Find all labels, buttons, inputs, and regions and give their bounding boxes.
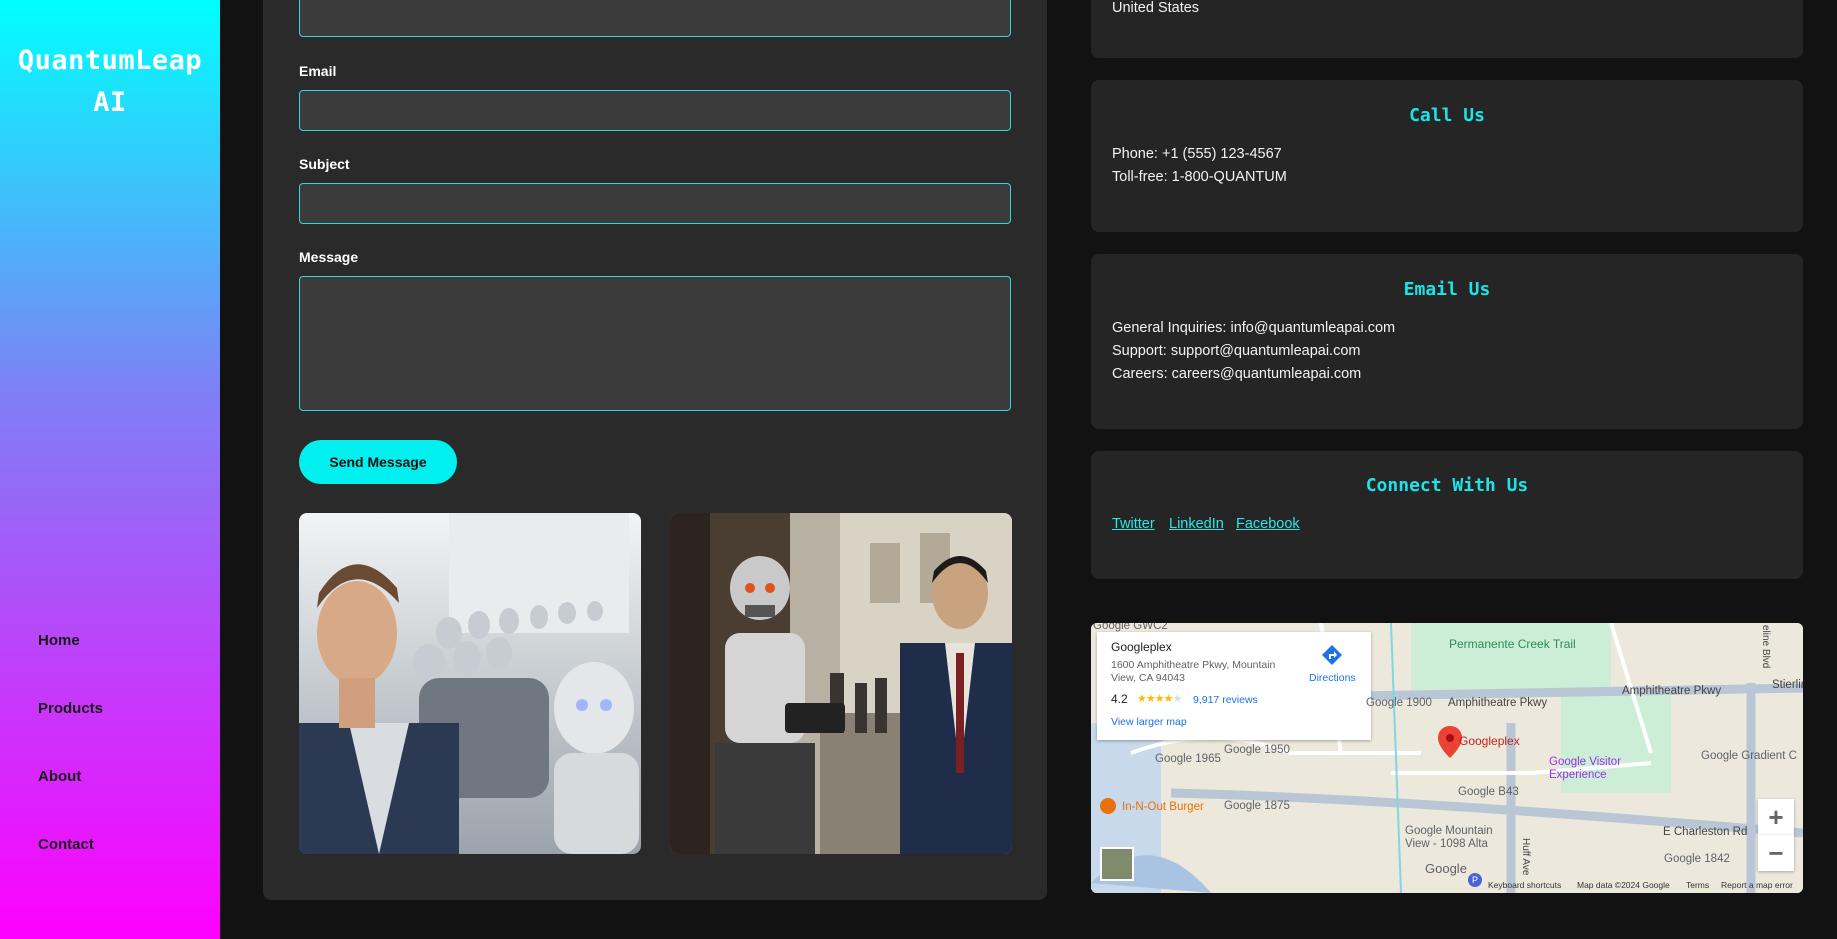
map-label: Huff Ave bbox=[1520, 838, 1531, 876]
map-label: Permanente Creek Trail bbox=[1449, 637, 1576, 651]
map-label: Google Mountain View - 1098 Alta bbox=[1405, 825, 1493, 850]
name-field[interactable] bbox=[299, 0, 1011, 37]
directions-link[interactable]: Directions bbox=[1309, 672, 1356, 684]
keyboard-shortcuts-link[interactable]: Keyboard shortcuts bbox=[1488, 880, 1561, 890]
map-label: Amphitheatre Pkwy bbox=[1448, 697, 1548, 709]
twitter-link[interactable]: Twitter bbox=[1112, 516, 1155, 532]
sidebar: QuantumLeap AI Home Products About Conta… bbox=[0, 0, 220, 939]
support-email-text: Support: support@quantumleapai.com bbox=[1112, 343, 1361, 359]
map-label: E Charleston Rd bbox=[1663, 826, 1748, 838]
subject-field[interactable] bbox=[299, 183, 1011, 224]
map-label: Google 1965 bbox=[1155, 753, 1221, 765]
report-map-error-link[interactable]: Report a map error bbox=[1721, 880, 1793, 890]
map-label: Google 1842 bbox=[1664, 853, 1730, 865]
rating-value: 4.2 bbox=[1111, 692, 1128, 706]
map-label: eline Blvd bbox=[1760, 625, 1771, 669]
general-email-text: General Inquiries: info@quantumleapai.co… bbox=[1112, 320, 1396, 336]
nav-item-products[interactable]: Products bbox=[38, 700, 103, 768]
call-us-card: Call Us Phone: +1 (555) 123-4567 Toll-fr… bbox=[1091, 80, 1803, 232]
email-label: Email bbox=[299, 63, 337, 79]
phone-text: Phone: +1 (555) 123-4567 bbox=[1112, 146, 1282, 162]
robot-street-photo bbox=[670, 513, 1012, 854]
map-data-text: Map data ©2024 Google bbox=[1577, 880, 1670, 890]
place-info-card: Googleplex 1600 Amphitheatre Pkwy, Mount… bbox=[1097, 632, 1371, 740]
message-textarea[interactable] bbox=[299, 276, 1011, 411]
facebook-link[interactable]: Facebook bbox=[1236, 516, 1300, 532]
email-us-title: Email Us bbox=[1403, 279, 1491, 300]
reviews-link[interactable]: 9,917 reviews bbox=[1193, 694, 1258, 706]
map-label: Google Visitor Experience bbox=[1549, 756, 1622, 781]
terms-link[interactable]: Terms bbox=[1686, 880, 1709, 890]
map-label: In-N-Out Burger bbox=[1122, 801, 1204, 813]
linkedin-link[interactable]: LinkedIn bbox=[1169, 516, 1224, 532]
nav-item-contact[interactable]: Contact bbox=[38, 836, 103, 904]
connect-card: Connect With Us bbox=[1091, 451, 1803, 579]
connect-title: Connect With Us bbox=[1365, 475, 1529, 496]
subject-label: Subject bbox=[299, 156, 350, 172]
email-us-card: Email Us General Inquiries: info@quantum… bbox=[1091, 254, 1803, 429]
map-label: Google Gradient C bbox=[1701, 750, 1797, 762]
email-field[interactable] bbox=[299, 90, 1011, 131]
zoom-in-button[interactable]: + bbox=[1758, 799, 1794, 835]
zoom-out-button[interactable]: − bbox=[1758, 835, 1794, 871]
call-us-title: Call Us bbox=[1409, 105, 1485, 126]
map-label: Stierlin bbox=[1772, 679, 1803, 691]
map-label: Amphitheatre Pkwy bbox=[1622, 685, 1722, 697]
message-label: Message bbox=[299, 249, 359, 265]
careers-email-text: Careers: careers@quantumleapai.com bbox=[1112, 366, 1362, 382]
view-larger-map-link[interactable]: View larger map bbox=[1111, 716, 1187, 728]
google-map[interactable]: Googleplex 1600 Amphitheatre Pkwy, Mount… bbox=[1091, 623, 1803, 893]
brand-name: QuantumLeap AI bbox=[17, 45, 203, 118]
address-country: United States bbox=[1112, 0, 1200, 16]
map-label: Google 1875 bbox=[1224, 800, 1290, 812]
address-card: United States bbox=[1091, 0, 1803, 58]
parking-icon: P bbox=[1468, 873, 1482, 887]
map-label: Google 1950 bbox=[1224, 744, 1290, 756]
map-label: Googleplex bbox=[1459, 734, 1520, 748]
map-label: Google GWC2 bbox=[1093, 623, 1168, 632]
map-label: Google 1900 bbox=[1366, 697, 1432, 709]
nav-item-about[interactable]: About bbox=[38, 768, 103, 836]
businessman-robots-photo bbox=[299, 513, 641, 854]
brand-logo[interactable]: QuantumLeap AI bbox=[0, 40, 220, 124]
restaurant-icon[interactable] bbox=[1100, 798, 1116, 814]
rating-stars: ★★★★★ bbox=[1137, 693, 1182, 705]
map-label: Google B43 bbox=[1458, 786, 1519, 798]
google-logo: Google bbox=[1425, 861, 1467, 876]
sidebar-nav: Home Products About Contact bbox=[38, 632, 103, 904]
directions-icon[interactable] bbox=[1321, 644, 1343, 671]
tollfree-text: Toll-free: 1-800-QUANTUM bbox=[1112, 169, 1287, 185]
send-message-button[interactable]: Send Message bbox=[299, 440, 457, 484]
place-address: 1600 Amphitheatre Pkwy, Mountain View, C… bbox=[1111, 659, 1276, 684]
place-name: Googleplex bbox=[1111, 640, 1172, 654]
satellite-toggle[interactable] bbox=[1100, 847, 1134, 881]
nav-item-home[interactable]: Home bbox=[38, 632, 103, 700]
